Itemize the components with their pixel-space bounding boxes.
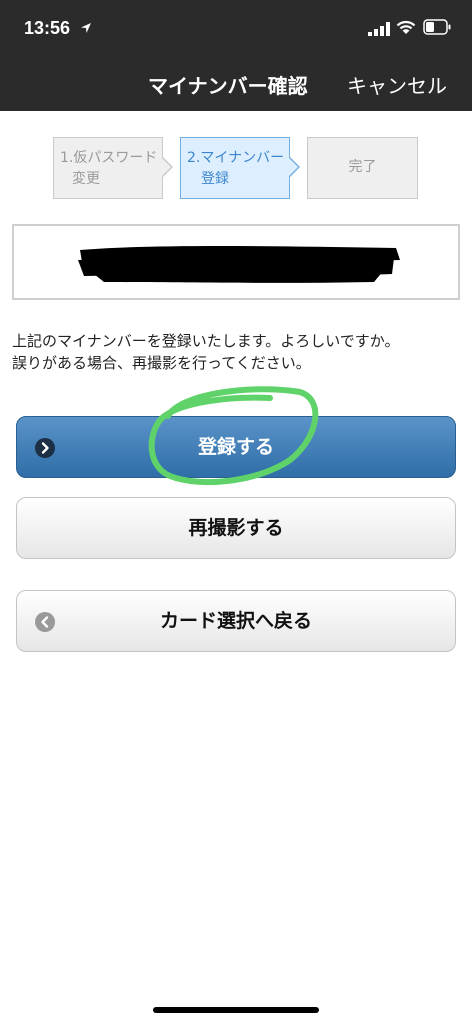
step-mynumber-register: 2.マイナンバー 登録 (180, 137, 290, 199)
header-bar: 13:56 マイナンバー確認 キャンセル (0, 0, 472, 111)
message-line: 上記のマイナンバーを登録いたします。よろしいですか。 (12, 332, 400, 350)
step-indicator: 1.仮パスワード 変更 2.マイナンバー 登録 完了 (53, 137, 420, 199)
retake-button[interactable]: 再撮影する (16, 497, 456, 559)
home-indicator[interactable] (153, 1007, 319, 1013)
page-title: マイナンバー確認 (148, 74, 308, 98)
wifi-icon (396, 20, 416, 34)
cancel-button[interactable]: キャンセル (347, 70, 447, 99)
cellular-signal-icon (368, 22, 390, 36)
back-button-label: カード選択へ戻る (159, 610, 312, 632)
mynumber-display (12, 224, 460, 300)
step-label: 変更 (72, 171, 100, 187)
register-button[interactable]: 登録する (16, 416, 456, 478)
location-arrow-icon (81, 23, 91, 33)
step-label: 登録 (201, 171, 229, 187)
step-complete: 完了 (307, 137, 418, 199)
redaction-scribble (78, 246, 400, 283)
register-button-label: 登録する (197, 436, 274, 458)
step-temp-password: 1.仮パスワード 変更 (53, 137, 163, 199)
confirmation-message: 上記のマイナンバーを登録いたします。よろしいですか。 誤りがある場合、再撮影を行… (12, 330, 464, 374)
status-time: 13:56 (24, 18, 71, 38)
step-label: 2.マイナンバー (187, 150, 285, 166)
step-label: 完了 (348, 159, 377, 175)
retake-button-label: 再撮影する (188, 517, 284, 539)
battery-icon (423, 19, 451, 35)
back-to-card-selection-button[interactable]: カード選択へ戻る (16, 590, 456, 652)
step-label: 1.仮パスワード (60, 150, 158, 166)
message-line: 誤りがある場合、再撮影を行ってください。 (12, 354, 311, 372)
